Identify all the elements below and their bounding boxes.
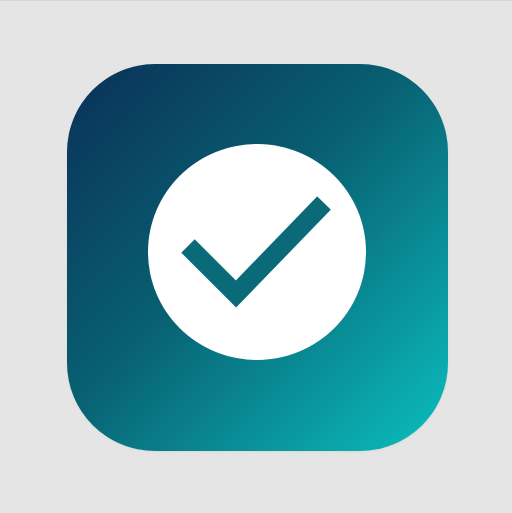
checkmark-icon bbox=[181, 196, 331, 308]
checkmark-stroke bbox=[181, 196, 331, 308]
canvas-background bbox=[0, 0, 512, 513]
